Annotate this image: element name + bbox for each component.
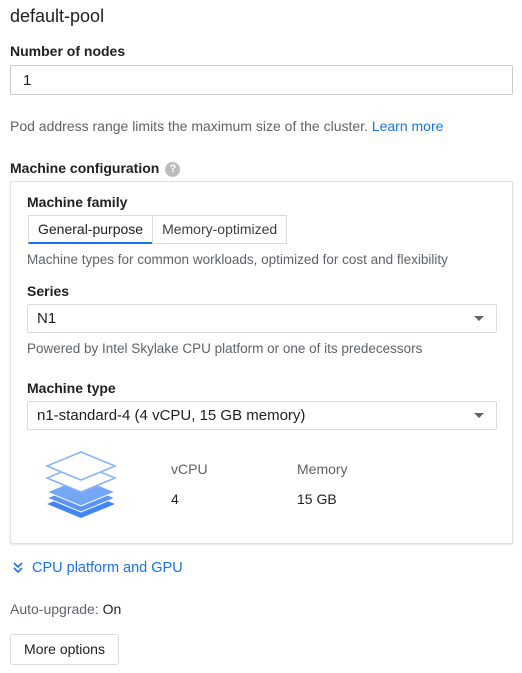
cpu-platform-label: CPU platform and GPU	[32, 560, 183, 576]
auto-upgrade-value: On	[102, 601, 122, 617]
machine-type-label: Machine type	[27, 380, 116, 396]
nodes-label: Number of nodes	[10, 43, 126, 59]
pod-range-text: Pod address range limits the maximum siz…	[10, 118, 368, 134]
machine-config-card: Machine family General-purpose Memory-op…	[10, 181, 513, 544]
machine-family-tabs: General-purpose Memory-optimized	[28, 215, 288, 244]
chevron-down-icon	[474, 413, 484, 418]
machine-family-label: Machine family	[27, 194, 128, 210]
learn-more-link[interactable]: Learn more	[372, 118, 444, 134]
machine-config-heading: Machine configuration?	[10, 160, 181, 177]
machine-config-heading-text: Machine configuration	[10, 160, 160, 176]
memory-label: Memory	[297, 461, 348, 477]
help-icon[interactable]: ?	[165, 161, 181, 177]
double-chevron-down-icon	[13, 562, 23, 574]
tab-memory-optimized[interactable]: Memory-optimized	[152, 215, 288, 244]
machine-family-desc: Machine types for common workloads, opti…	[27, 252, 448, 267]
nodes-input[interactable]	[10, 65, 513, 95]
pod-range-help: Pod address range limits the maximum siz…	[10, 118, 515, 134]
vcpu-value: 4	[171, 491, 179, 507]
chevron-down-icon	[474, 316, 484, 321]
series-desc: Powered by Intel Skylake CPU platform or…	[27, 341, 423, 356]
pool-title: default-pool	[10, 6, 105, 26]
series-select[interactable]: N1	[27, 304, 497, 333]
machine-stack-icon	[43, 448, 119, 524]
machine-type-select[interactable]: n1-standard-4 (4 vCPU, 15 GB memory)	[27, 401, 497, 430]
more-options-button[interactable]: More options	[10, 634, 119, 665]
series-value: N1	[37, 310, 57, 327]
vcpu-label: vCPU	[171, 461, 208, 477]
series-label: Series	[27, 283, 70, 299]
cpu-platform-toggle[interactable]: CPU platform and GPU	[12, 560, 183, 576]
memory-value: 15 GB	[297, 491, 337, 507]
machine-type-value: n1-standard-4 (4 vCPU, 15 GB memory)	[37, 407, 306, 424]
tab-general-purpose[interactable]: General-purpose	[28, 215, 153, 244]
auto-upgrade-label: Auto-upgrade:	[10, 601, 99, 617]
auto-upgrade: Auto-upgrade: On	[10, 601, 121, 617]
